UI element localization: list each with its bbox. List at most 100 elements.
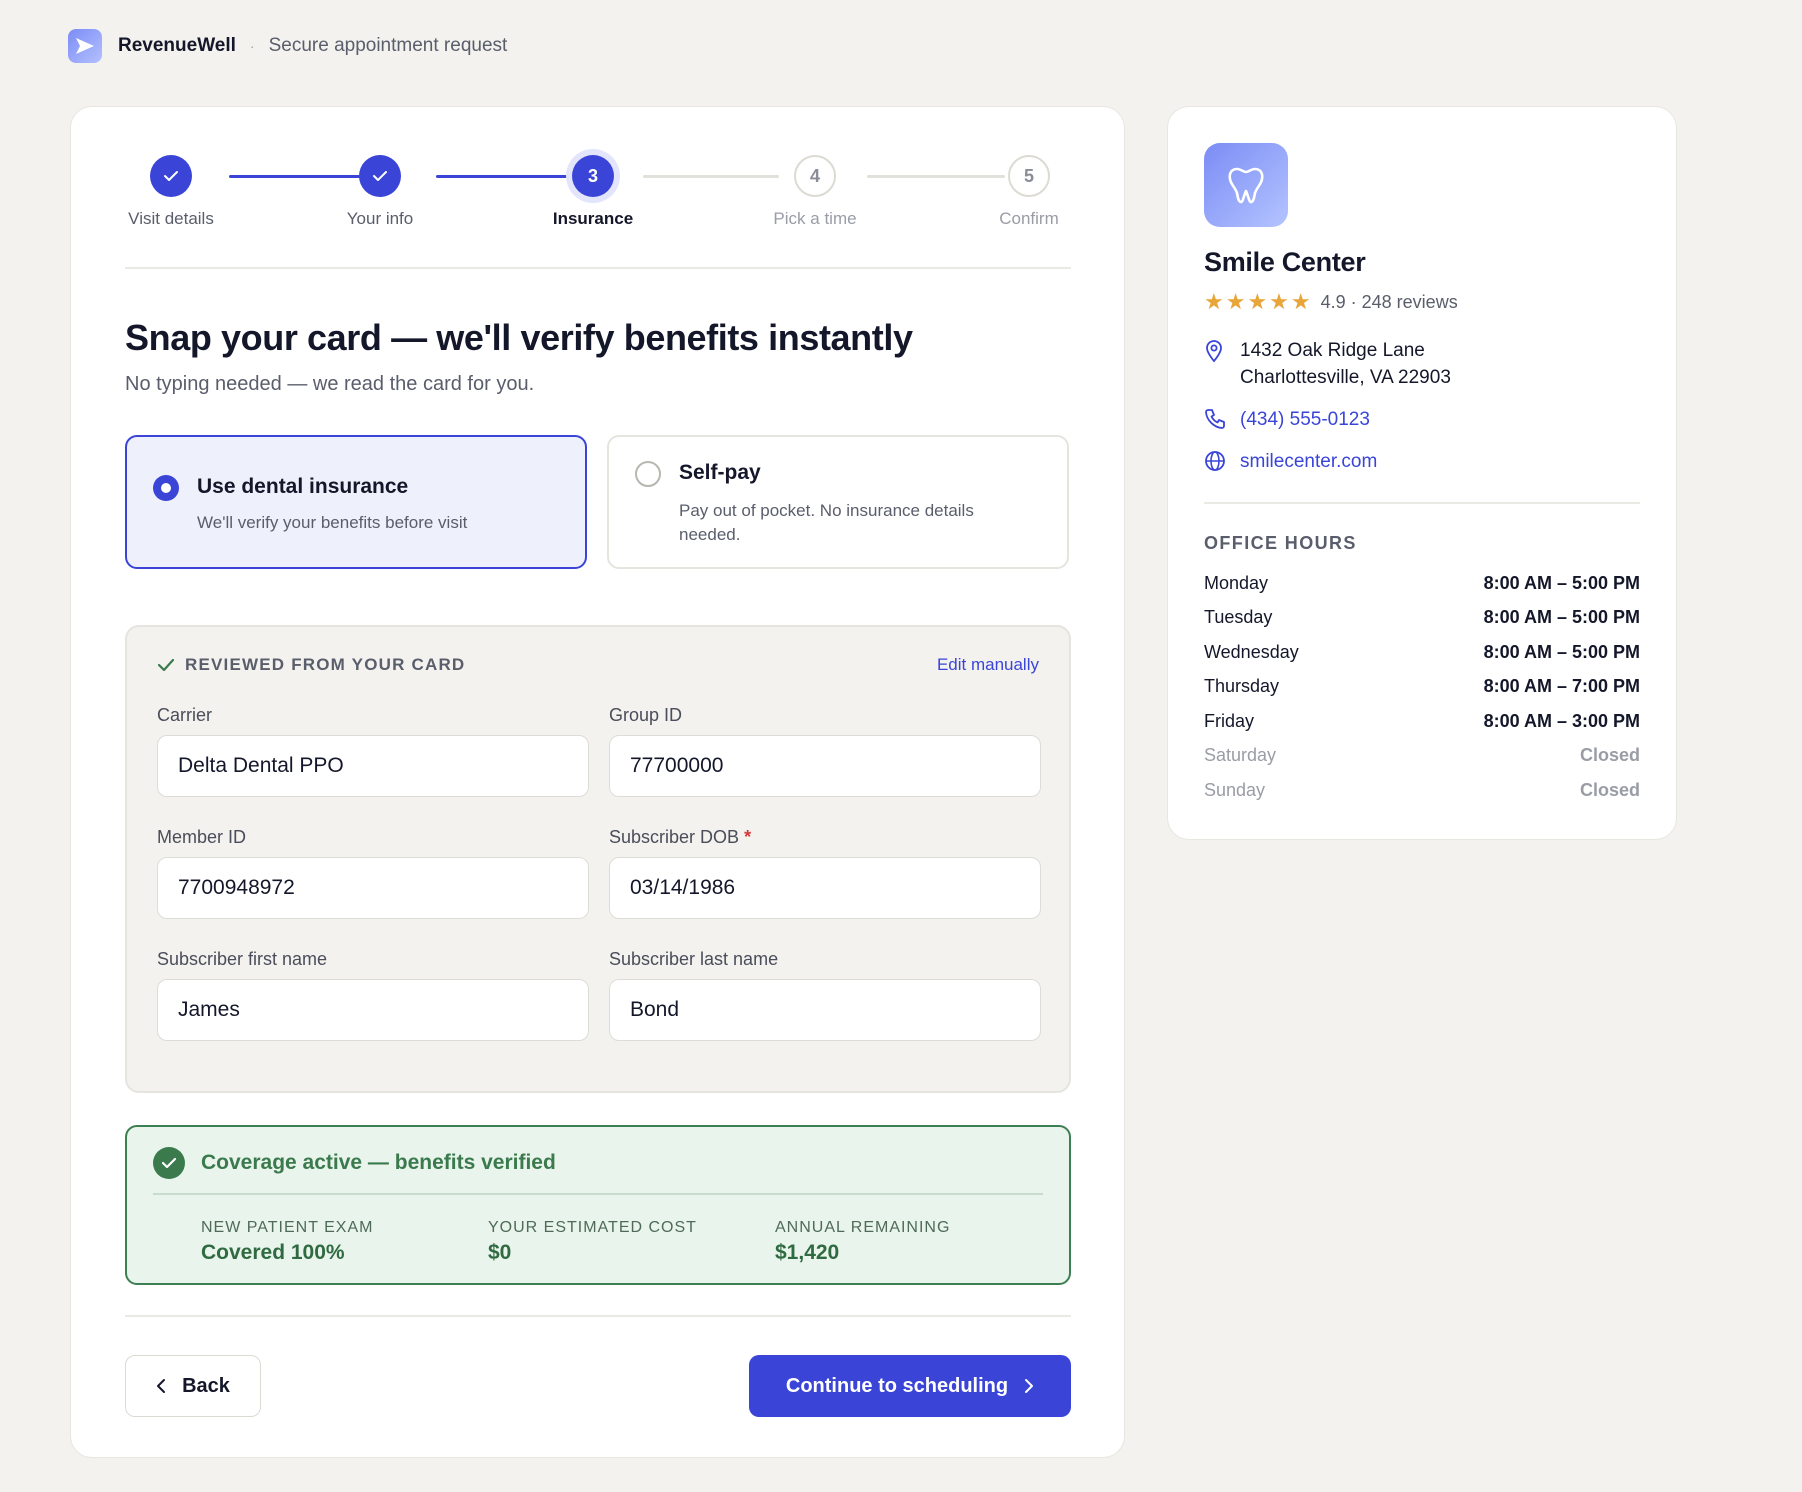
chevron-right-icon <box>1025 1379 1034 1393</box>
phone-row[interactable]: (434) 555-0123 <box>1204 406 1370 435</box>
rating-text: 4.9 · 248 reviews <box>1320 291 1458 312</box>
clinic-name: Smile Center <box>1204 247 1366 277</box>
stat-annual-remaining: ANNUAL REMAINING $1,420 <box>775 1219 950 1265</box>
hours-time: Closed <box>1579 780 1640 800</box>
website-link[interactable]: smilecenter.com <box>1240 448 1377 475</box>
phone-link[interactable]: (434) 555-0123 <box>1240 406 1370 433</box>
hours-time: 8:00 AM – 3:00 PM <box>1483 711 1640 731</box>
check-icon <box>359 155 401 197</box>
hours-row-sunday: Sunday Closed <box>1204 780 1640 801</box>
option-title: Self-pay <box>679 461 761 484</box>
hours-day: Friday <box>1204 711 1255 731</box>
header-separator: · <box>249 38 255 54</box>
first-name-label: Subscriber first name <box>157 949 328 969</box>
phone-icon <box>1204 408 1226 435</box>
option-self-pay[interactable]: Self-pay Pay out of pocket. No insurance… <box>607 435 1069 569</box>
first-name-field[interactable] <box>157 979 589 1041</box>
stat-estimated-cost: YOUR ESTIMATED COST $0 <box>488 1219 697 1265</box>
step-pick-a-time: 4 Pick a time <box>745 155 885 229</box>
address-line-2: Charlottesville, VA 22903 <box>1240 367 1451 388</box>
hours-row-thursday: Thursday 8:00 AM – 7:00 PM <box>1204 676 1640 697</box>
progress-stepper: Visit details Your info 3 Insurance 4 Pi… <box>125 155 1071 235</box>
website-row[interactable]: smilecenter.com <box>1204 448 1377 477</box>
clinic-rating: ★★★★★ 4.9 · 248 reviews <box>1204 289 1458 315</box>
stat-label: YOUR ESTIMATED COST <box>488 1219 697 1236</box>
step-label: Pick a time <box>773 209 857 228</box>
hours-day: Saturday <box>1204 745 1277 765</box>
option-dental-insurance[interactable]: Use dental insurance We'll verify your b… <box>125 435 587 569</box>
member-id-label: Member ID <box>157 827 247 847</box>
stat-value: $1,420 <box>775 1241 840 1264</box>
coverage-status-panel: Coverage active — benefits verified NEW … <box>125 1125 1071 1285</box>
step-number: 4 <box>794 155 836 197</box>
continue-button[interactable]: Continue to scheduling <box>749 1355 1071 1417</box>
member-id-field[interactable] <box>157 857 589 919</box>
address-text: 1432 Oak Ridge Lane Charlottesville, VA … <box>1240 337 1451 391</box>
check-circle-icon <box>153 1147 185 1179</box>
office-hours-title: OFFICE HOURS <box>1204 533 1357 553</box>
review-heading-text: REVIEWED FROM YOUR CARD <box>185 655 466 674</box>
step-your-info[interactable]: Your info <box>310 155 450 229</box>
address-line-1: 1432 Oak Ridge Lane <box>1240 340 1425 361</box>
hours-row-saturday: Saturday Closed <box>1204 745 1640 766</box>
step-visit-details[interactable]: Visit details <box>101 155 241 229</box>
step-label: Your info <box>346 209 414 228</box>
page-title: Snap your card — we'll verify benefits i… <box>125 317 913 358</box>
stat-new-patient-exam: NEW PATIENT EXAM Covered 100% <box>201 1219 373 1265</box>
option-description: Pay out of pocket. No insurance details … <box>679 501 974 544</box>
stat-label: NEW PATIENT EXAM <box>201 1219 374 1236</box>
hours-time: 8:00 AM – 5:00 PM <box>1483 573 1640 593</box>
clinic-info-card: Smile Center ★★★★★ 4.9 · 248 reviews 143… <box>1167 106 1677 840</box>
group-id-label: Group ID <box>609 705 683 725</box>
subscriber-dob-field[interactable] <box>609 857 1041 919</box>
footer-divider <box>125 1315 1071 1317</box>
hours-day: Tuesday <box>1204 607 1273 627</box>
group-id-field[interactable] <box>609 735 1041 797</box>
address-row: 1432 Oak Ridge Lane Charlottesville, VA … <box>1204 337 1451 391</box>
globe-icon <box>1204 450 1226 477</box>
continue-button-label: Continue to scheduling <box>785 1374 1009 1397</box>
back-button[interactable]: Back <box>125 1355 261 1417</box>
step-label: Insurance <box>552 209 634 228</box>
subscriber-dob-label-text: Subscriber DOB <box>609 827 740 847</box>
step-label: Confirm <box>999 209 1059 228</box>
option-description: We'll verify your benefits before visit <box>197 513 468 532</box>
radio-unselected[interactable] <box>635 461 661 487</box>
hours-time: 8:00 AM – 7:00 PM <box>1483 676 1640 696</box>
top-bar: RevenueWell · Secure appointment request <box>68 29 508 63</box>
option-title: Use dental insurance <box>197 475 409 498</box>
edit-manually-link[interactable]: Edit manually <box>937 655 1039 675</box>
brand-name: RevenueWell <box>118 35 236 56</box>
step-confirm: 5 Confirm <box>959 155 1099 229</box>
chevron-left-icon <box>157 1379 166 1393</box>
hours-time: 8:00 AM – 5:00 PM <box>1483 642 1640 662</box>
insurance-form-card: Visit details Your info 3 Insurance 4 Pi… <box>70 106 1125 1458</box>
card-review-panel: REVIEWED FROM YOUR CARD Edit manually Ca… <box>125 625 1071 1093</box>
check-icon <box>150 155 192 197</box>
step-label: Visit details <box>128 209 214 228</box>
step-number: 5 <box>1008 155 1050 197</box>
radio-selected[interactable] <box>153 475 179 501</box>
step-number: 3 <box>572 155 614 197</box>
coverage-title: Coverage active — benefits verified <box>201 1151 556 1174</box>
page-subtitle: No typing needed — we read the card for … <box>125 373 535 395</box>
last-name-field[interactable] <box>609 979 1041 1041</box>
header-tagline: Secure appointment request <box>268 35 508 56</box>
hours-day: Sunday <box>1204 780 1266 800</box>
brand-logo-icon <box>68 29 102 63</box>
hours-row-wednesday: Wednesday 8:00 AM – 5:00 PM <box>1204 642 1640 663</box>
carrier-field[interactable] <box>157 735 589 797</box>
hours-row-monday: Monday 8:00 AM – 5:00 PM <box>1204 573 1640 594</box>
hours-day: Monday <box>1204 573 1269 593</box>
carrier-label: Carrier <box>157 705 213 725</box>
last-name-label: Subscriber last name <box>609 949 779 969</box>
tooth-icon <box>1204 143 1288 227</box>
back-button-label: Back <box>182 1374 230 1397</box>
coverage-divider <box>153 1193 1043 1195</box>
stat-value: Covered 100% <box>201 1241 345 1264</box>
hours-day: Thursday <box>1204 676 1280 696</box>
sidebar-divider <box>1204 502 1640 504</box>
hours-time: 8:00 AM – 5:00 PM <box>1483 607 1640 627</box>
stat-value: $0 <box>488 1241 512 1264</box>
hours-row-friday: Friday 8:00 AM – 3:00 PM <box>1204 711 1640 732</box>
